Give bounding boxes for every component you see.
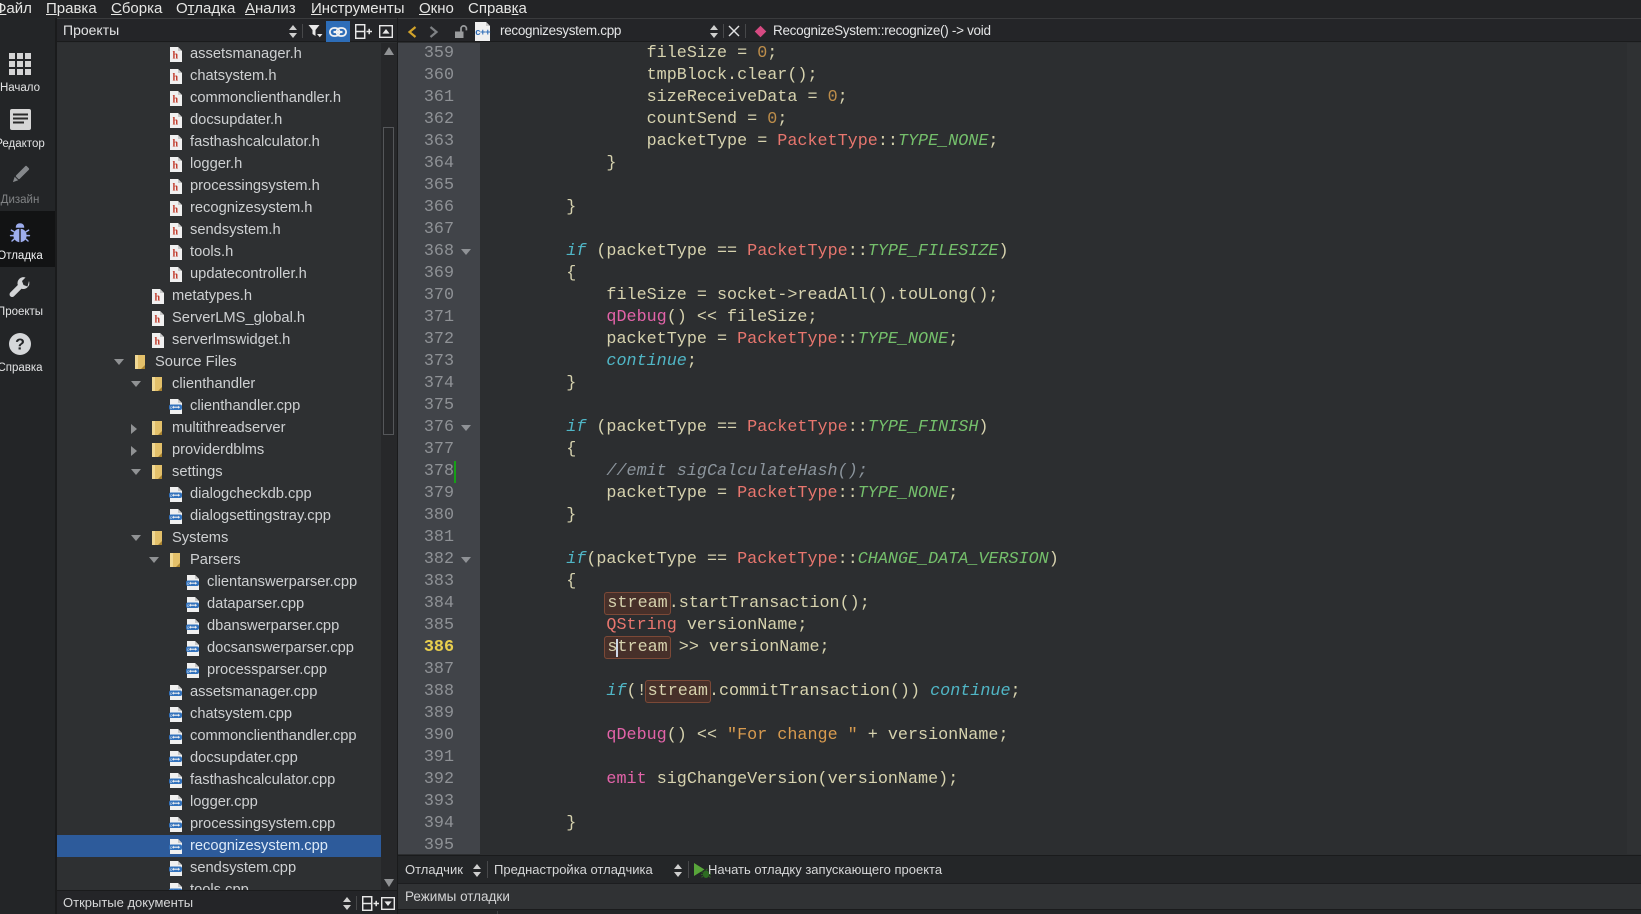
svg-text:h: h <box>173 205 179 216</box>
svg-text:h: h <box>173 95 179 106</box>
svg-text:h: h <box>173 271 179 282</box>
svg-text:h: h <box>173 249 179 260</box>
svg-text:h: h <box>173 183 179 194</box>
svg-text:c++: c++ <box>475 27 491 38</box>
svg-text:h: h <box>155 293 161 304</box>
svg-text:h: h <box>173 161 179 172</box>
svg-text:h: h <box>173 227 179 238</box>
svg-text:h: h <box>155 337 161 348</box>
svg-text:h: h <box>173 51 179 62</box>
svg-text:h: h <box>173 117 179 128</box>
svg-text:?: ? <box>15 337 25 354</box>
svg-text:h: h <box>155 315 161 326</box>
svg-text:h: h <box>173 139 179 150</box>
svg-text:h: h <box>173 73 179 84</box>
